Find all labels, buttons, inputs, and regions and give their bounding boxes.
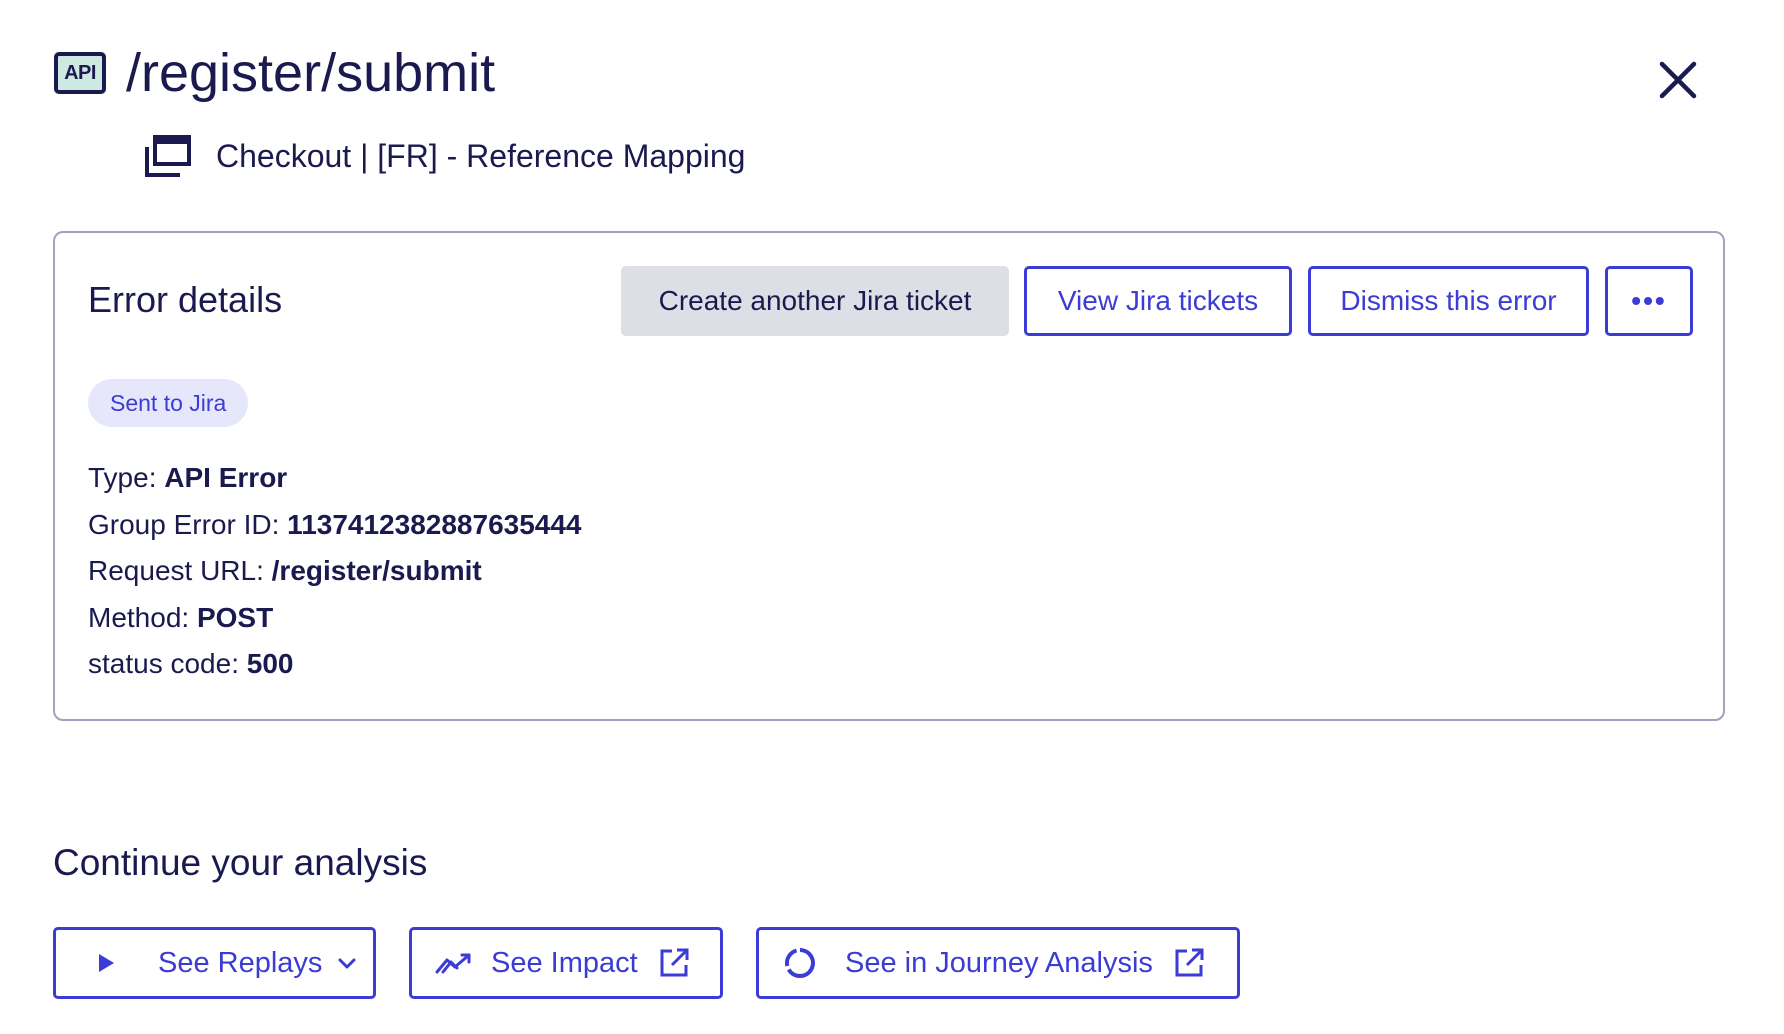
field-label: Group Error ID: xyxy=(88,508,280,540)
error-details-card: Error details Create another Jira ticket… xyxy=(53,231,1725,721)
see-journey-label: See in Journey Analysis xyxy=(845,946,1153,979)
field-label: Method: xyxy=(88,601,190,633)
field-group-error-id: Group Error ID: 1137412382887635444 xyxy=(88,502,582,549)
chevron-down-icon xyxy=(338,958,356,969)
field-value: POST xyxy=(196,601,274,633)
page-title: /register/submit xyxy=(126,43,496,103)
field-type: Type: API Error xyxy=(88,455,582,502)
field-label: status code: xyxy=(88,648,239,679)
analysis-section-title: Continue your analysis xyxy=(53,842,428,883)
trend-icon xyxy=(435,953,471,974)
field-value: /register/submit xyxy=(271,555,482,586)
circle-progress-icon xyxy=(784,948,815,978)
field-label: Type: xyxy=(88,462,157,493)
external-link-icon xyxy=(1175,948,1204,977)
page-stack-icon xyxy=(145,135,191,177)
create-jira-ticket-button[interactable]: Create another Jira ticket xyxy=(621,266,1009,336)
play-icon xyxy=(99,954,114,972)
field-label: Request URL: xyxy=(88,555,264,586)
view-jira-tickets-button[interactable]: View Jira tickets xyxy=(1024,266,1292,336)
card-title: Error details xyxy=(88,279,283,320)
external-link-icon xyxy=(660,948,689,977)
error-fields: Type: API Error Group Error ID: 11374123… xyxy=(88,455,582,688)
page-subtitle: Checkout | [FR] - Reference Mapping xyxy=(216,137,746,174)
api-badge-icon: API xyxy=(54,52,106,94)
field-value: 500 xyxy=(246,648,294,679)
field-value: API Error xyxy=(164,462,288,493)
field-status-code: status code: 500 xyxy=(88,641,582,688)
page-header: API /register/submit xyxy=(54,46,495,100)
dismiss-error-button[interactable]: Dismiss this error xyxy=(1308,266,1589,336)
see-impact-button[interactable]: See Impact xyxy=(409,927,723,999)
see-replays-label: See Replays xyxy=(158,946,323,979)
see-replays-button[interactable]: See Replays xyxy=(53,927,376,999)
see-journey-analysis-button[interactable]: See in Journey Analysis xyxy=(756,927,1240,999)
status-badge: Sent to Jira xyxy=(88,379,249,427)
field-value: 1137412382887635444 xyxy=(287,508,582,540)
more-options-button[interactable]: ••• xyxy=(1605,266,1693,336)
see-impact-label: See Impact xyxy=(491,946,638,979)
field-method: Method: POST xyxy=(88,595,582,642)
api-badge-label: API xyxy=(64,61,96,84)
field-request-url: Request URL: /register/submit xyxy=(88,548,582,595)
close-icon[interactable] xyxy=(1654,56,1702,104)
page-subheader: Checkout | [FR] - Reference Mapping xyxy=(144,134,745,178)
